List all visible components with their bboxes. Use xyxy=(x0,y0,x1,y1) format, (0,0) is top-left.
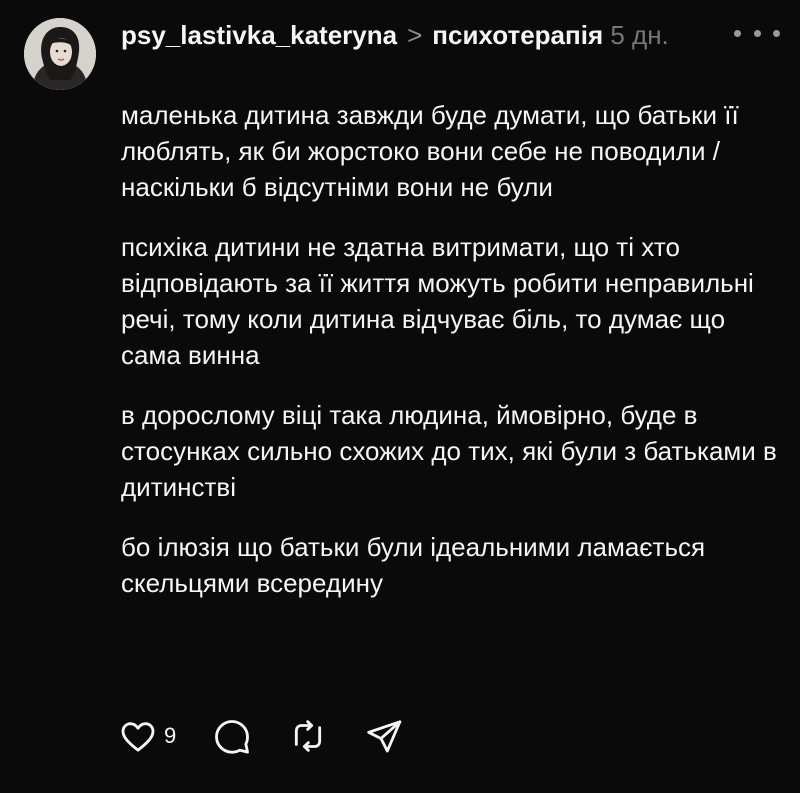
username-link[interactable]: psy_lastivka_kateryna xyxy=(121,20,397,50)
more-dot-icon xyxy=(753,29,761,37)
post-paragraph: психіка дитини не здатна витримати, що т… xyxy=(121,232,754,370)
like-count: 9 xyxy=(164,723,177,748)
send-icon xyxy=(367,720,402,753)
repost-button[interactable] xyxy=(288,716,328,756)
post-body: маленька дитина завжди буде думати, що б… xyxy=(121,97,781,625)
chevron-right-icon: > xyxy=(407,20,423,50)
more-dot-icon xyxy=(773,29,780,37)
like-button[interactable]: 9 xyxy=(118,716,176,756)
post-paragraph: бо ілюзія що батьки були ідеальними лама… xyxy=(121,532,706,598)
share-button[interactable] xyxy=(364,716,404,756)
avatar-image xyxy=(24,18,96,90)
more-dot-icon xyxy=(734,29,741,37)
heart-icon xyxy=(121,722,155,752)
thread-post: psy_lastivka_kateryna > психотерапія 5 дн.… xyxy=(0,0,800,793)
comment-bubble-icon xyxy=(215,720,250,754)
more-options-button[interactable] xyxy=(734,20,780,46)
post-timestamp: 5 дн. xyxy=(610,20,669,50)
repost-icon xyxy=(295,720,322,752)
post-actions: 9 xyxy=(118,716,440,756)
avatar[interactable] xyxy=(24,18,96,90)
post-paragraph: маленька дитина завжди буде думати, що б… xyxy=(121,100,739,202)
topic-tag-link[interactable]: психотерапія xyxy=(432,20,603,50)
reply-button[interactable] xyxy=(212,716,252,756)
post-paragraph: в дорослому віці така людина, ймовірно, … xyxy=(121,400,777,502)
post-header: psy_lastivka_kateryna > психотерапія 5 дн. xyxy=(121,16,721,54)
